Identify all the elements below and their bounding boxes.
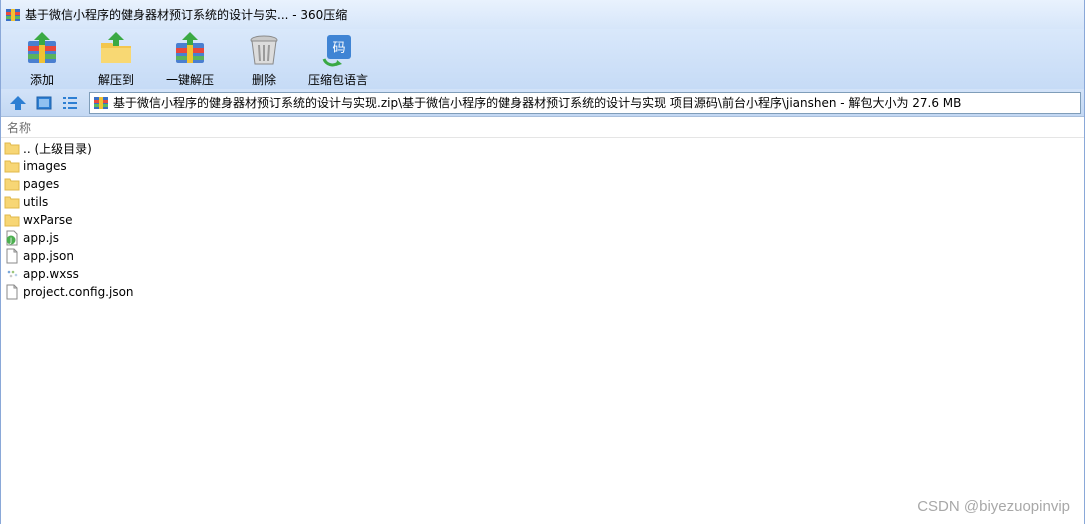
one-click-extract-button[interactable]: 一键解压 (153, 29, 227, 89)
file-name: app.wxss (23, 267, 79, 281)
file-name: pages (23, 177, 60, 191)
folder-icon (4, 214, 20, 227)
extract-to-label: 解压到 (97, 73, 134, 87)
file-icon (6, 248, 18, 264)
file-name: project.config.json (23, 285, 134, 299)
list-view-icon (63, 96, 77, 109)
up-level-button[interactable] (7, 92, 29, 114)
add-archive-icon (28, 32, 56, 63)
list-item-project-config[interactable]: project.config.json (4, 283, 1084, 301)
list-item-utils[interactable]: utils (4, 193, 1084, 211)
list-item-app-js[interactable]: J app.js (4, 229, 1084, 247)
list-view-button[interactable] (59, 92, 81, 114)
delete-icon (250, 35, 278, 65)
file-name: utils (23, 195, 49, 209)
extract-to-icon (101, 32, 131, 63)
archive-language-icon: 码 (322, 35, 351, 67)
list-item-app-json[interactable]: app.json (4, 247, 1084, 265)
toolbar: 添加 解压到 一键解压 删除 码 压缩包语言 (1, 29, 1084, 89)
wxss-file-icon (7, 270, 18, 278)
archive-app-icon (6, 8, 20, 21)
list-item-app-wxss[interactable]: app.wxss (4, 265, 1084, 283)
svg-text:码: 码 (332, 41, 345, 56)
archive-language-button[interactable]: 码 压缩包语言 (301, 29, 375, 89)
thumbnail-view-button[interactable] (33, 92, 55, 114)
file-name: images (23, 159, 67, 173)
path-text: 基于微信小程序的健身器材预订系统的设计与实现.zip\基于微信小程序的健身器材预… (113, 96, 962, 110)
file-list-area: 名称 .. (上级目录) images pages utils wxParse (1, 118, 1084, 524)
extract-to-button[interactable]: 解压到 (79, 29, 153, 89)
delete-label: 删除 (251, 73, 276, 87)
path-field[interactable]: 基于微信小程序的健身器材预订系统的设计与实现.zip\基于微信小程序的健身器材预… (89, 91, 1081, 114)
file-name: app.json (23, 249, 74, 263)
archive-icon (94, 96, 108, 109)
list-item-pages[interactable]: pages (4, 175, 1084, 193)
title-bar: 基于微信小程序的健身器材预订系统的设计与实... - 360压缩 (1, 0, 1084, 29)
add-label: 添加 (29, 73, 54, 87)
one-click-extract-label: 一键解压 (165, 73, 214, 87)
thumbnail-view-icon (36, 96, 52, 109)
compressor-window: 基于微信小程序的健身器材预订系统的设计与实... - 360压缩 添加 解压到 (0, 0, 1085, 524)
delete-button[interactable]: 删除 (227, 29, 301, 89)
list-item-wxparse[interactable]: wxParse (4, 211, 1084, 229)
watermark: CSDN @biyezuopinvip (917, 498, 1070, 515)
address-bar: 基于微信小程序的健身器材预订系统的设计与实现.zip\基于微信小程序的健身器材预… (1, 89, 1084, 117)
file-icon (6, 284, 18, 300)
file-name: .. (上级目录) (23, 141, 92, 156)
file-list: .. (上级目录) images pages utils wxParse J a… (1, 138, 1084, 301)
arrow-up-icon (10, 95, 26, 110)
one-click-extract-icon (176, 32, 204, 63)
list-item-images[interactable]: images (4, 157, 1084, 175)
window-title: 基于微信小程序的健身器材预订系统的设计与实... - 360压缩 (25, 8, 348, 22)
folder-icon (4, 160, 20, 173)
file-name: app.js (23, 231, 59, 245)
svg-text:J: J (9, 237, 12, 245)
list-item-parent-dir[interactable]: .. (上级目录) (4, 139, 1084, 157)
archive-language-label: 压缩包语言 (307, 73, 368, 87)
js-file-icon: J (6, 230, 18, 246)
add-button[interactable]: 添加 (5, 29, 79, 89)
folder-icon (4, 196, 20, 209)
folder-icon (4, 178, 20, 191)
folder-icon (4, 142, 20, 155)
file-name: wxParse (23, 213, 73, 227)
column-header-name[interactable]: 名称 (1, 118, 1084, 138)
